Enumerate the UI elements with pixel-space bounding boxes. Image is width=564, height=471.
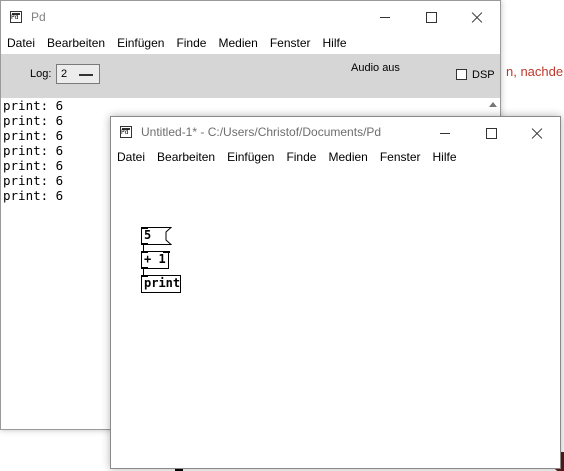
menu-medien[interactable]: Medien (322, 150, 373, 164)
object-text: print (144, 276, 181, 290)
patch-canvas[interactable]: 5 + 1 print (111, 167, 560, 468)
console-line: print: 6 (3, 98, 64, 113)
pd-app-icon (120, 126, 132, 138)
close-icon[interactable] (454, 1, 500, 33)
message-box[interactable]: 5 (141, 227, 172, 245)
inlet[interactable] (163, 251, 170, 253)
close-icon[interactable] (514, 117, 560, 147)
window-title: Untitled-1* - C:/Users/Christof/Document… (141, 125, 382, 139)
menu-hilfe[interactable]: Hilfe (317, 36, 353, 50)
minimize-icon[interactable] (422, 117, 468, 147)
menu-finde[interactable]: Finde (280, 150, 322, 164)
log-level-select[interactable]: 2 (56, 64, 100, 84)
window-title: Pd (31, 10, 46, 24)
menu-datei[interactable]: Datei (1, 36, 41, 50)
background-window-text: n, nachdem (506, 64, 564, 79)
add-object[interactable]: + 1 (141, 251, 170, 269)
inlet[interactable] (141, 251, 148, 253)
menu-bar: Datei Bearbeiten Einfügen Finde Medien F… (1, 33, 500, 53)
scroll-up-icon[interactable] (489, 102, 497, 107)
title-bar[interactable]: Pd (1, 1, 500, 33)
dropdown-icon (79, 74, 93, 76)
menu-bar: Datei Bearbeiten Einfügen Finde Medien F… (111, 147, 560, 167)
inlet[interactable] (141, 275, 148, 277)
menu-datei[interactable]: Datei (111, 150, 151, 164)
patch-window: Untitled-1* - C:/Users/Christof/Document… (110, 116, 561, 469)
log-level-value: 2 (61, 68, 68, 80)
menu-medien[interactable]: Medien (212, 36, 263, 50)
title-bar[interactable]: Untitled-1* - C:/Users/Christof/Document… (111, 117, 560, 147)
log-label: Log: (30, 68, 52, 80)
maximize-icon[interactable] (408, 1, 454, 33)
audio-status: Audio aus (351, 62, 400, 74)
menu-fenster[interactable]: Fenster (264, 36, 317, 50)
toolbar: Log: 2 Audio aus DSP (1, 54, 500, 98)
message-text: 5 (144, 228, 152, 242)
menu-einfuegen[interactable]: Einfügen (111, 36, 170, 50)
dsp-label: DSP (472, 69, 495, 81)
minimize-icon[interactable] (362, 1, 408, 33)
menu-hilfe[interactable]: Hilfe (427, 150, 463, 164)
menu-bearbeiten[interactable]: Bearbeiten (41, 36, 111, 50)
pd-app-icon (10, 11, 22, 23)
menu-finde[interactable]: Finde (170, 36, 212, 50)
object-text: + 1 (144, 252, 166, 266)
dsp-checkbox[interactable] (456, 69, 467, 80)
menu-bearbeiten[interactable]: Bearbeiten (151, 150, 221, 164)
menu-einfuegen[interactable]: Einfügen (221, 150, 280, 164)
maximize-icon[interactable] (468, 117, 514, 147)
print-object[interactable]: print (141, 275, 181, 293)
menu-fenster[interactable]: Fenster (374, 150, 427, 164)
